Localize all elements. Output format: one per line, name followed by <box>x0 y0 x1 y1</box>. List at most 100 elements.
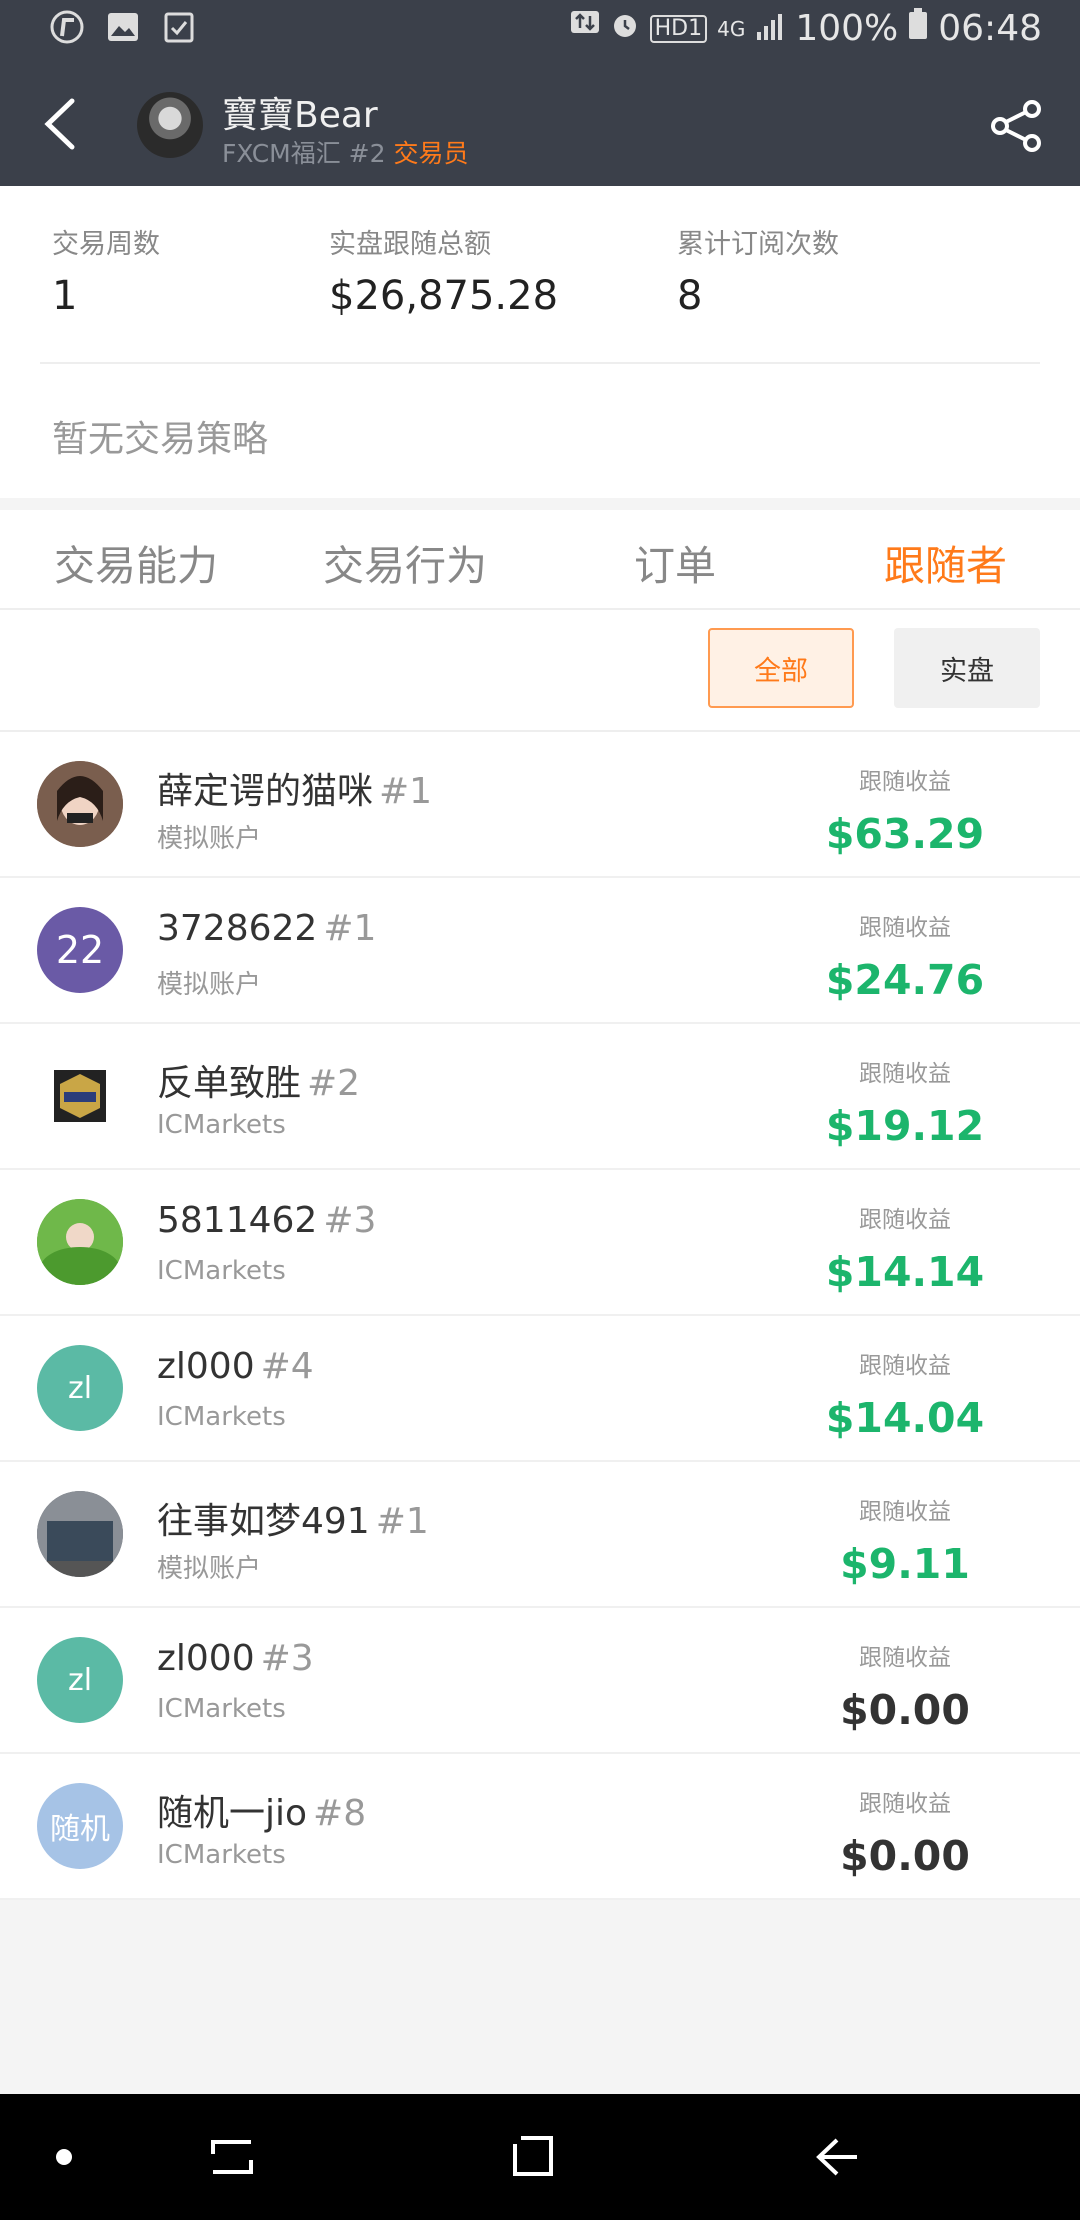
task-icon <box>162 10 196 44</box>
follower-rank: #1 <box>323 908 377 949</box>
follower-rank: #2 <box>307 1063 361 1104</box>
home-dot-icon[interactable] <box>24 2120 104 2194</box>
image-icon <box>106 10 140 44</box>
follower-name: 5811462 <box>157 1200 318 1241</box>
follower-name-line: zl000 #3 <box>157 1638 314 1679</box>
top-bar: HD1 4G 100% 06:48 寶寶Bear FXCM福汇 #2 交易员 <box>0 0 1080 186</box>
follower-rank: #3 <box>323 1200 377 1241</box>
follower-avatar[interactable] <box>37 761 123 847</box>
stat-value: $26,875.28 <box>329 273 559 319</box>
follower-name-line: 3728622 #1 <box>157 908 376 949</box>
follower-name-line: 往事如梦491 #1 <box>157 1492 429 1544</box>
earnings-value: $19.12 <box>825 1102 985 1150</box>
nav-back-icon[interactable] <box>798 2120 878 2194</box>
stat-label: 交易周数 <box>52 229 160 260</box>
follower-account: 模拟账户 <box>157 970 262 1000</box>
app-bar: 寶寶Bear FXCM福汇 #2 交易员 <box>0 62 1080 186</box>
follower-name: zl000 <box>157 1638 255 1679</box>
earnings-value: $14.14 <box>825 1248 985 1296</box>
back-arrow-icon[interactable] <box>28 92 92 156</box>
follower-name-line: 薛定谔的猫咪 #1 <box>157 762 432 814</box>
trader-role: 交易员 <box>393 139 469 168</box>
stat-weeks: 交易周数 1 <box>52 222 160 319</box>
tab-trading-ability[interactable]: 交易能力 <box>54 532 218 592</box>
overview-icon[interactable] <box>494 2120 574 2194</box>
earnings-value: $9.11 <box>840 1540 970 1588</box>
stats-card: 交易周数 1 实盘跟随总额 $26,875.28 累计订阅次数 8 暂无交易策略 <box>0 186 1080 498</box>
follower-name: zl000 <box>157 1346 255 1387</box>
follower-account: 模拟账户 <box>157 824 262 854</box>
earnings-value: $0.00 <box>840 1832 970 1880</box>
tab-trading-behavior[interactable]: 交易行为 <box>323 532 487 592</box>
follower-avatar[interactable]: zl <box>37 1637 123 1723</box>
app-notification-icon <box>50 10 84 44</box>
battery-icon <box>908 8 928 49</box>
follower-account: ICMarkets <box>157 1840 286 1870</box>
stat-subscriptions: 累计订阅次数 8 <box>677 222 839 319</box>
follower-avatar[interactable]: 随机 <box>37 1783 123 1869</box>
network-type: 4G <box>717 16 746 41</box>
earnings-label: 跟随收益 <box>859 769 951 795</box>
follower-avatar[interactable]: zl <box>37 1345 123 1431</box>
earnings-label: 跟随收益 <box>859 915 951 941</box>
earnings-value: $0.00 <box>840 1686 970 1734</box>
signal-icon <box>755 8 785 49</box>
earnings-value: $14.04 <box>825 1394 985 1442</box>
follower-account: ICMarkets <box>157 1402 286 1432</box>
data-transfer-icon <box>570 8 600 49</box>
follower-name: 薛定谔的猫咪 <box>157 771 374 812</box>
follower-name: 反单致胜 <box>157 1063 302 1104</box>
follower-name: 随机一jio <box>157 1793 308 1834</box>
follower-row[interactable]: 往事如梦491 #1 模拟账户 跟随收益 $9.11 <box>0 1462 1080 1608</box>
recent-apps-icon[interactable] <box>192 2120 272 2194</box>
follower-rank: #3 <box>260 1638 314 1679</box>
follower-row[interactable]: 薛定谔的猫咪 #1 模拟账户 跟随收益 $63.29 <box>0 732 1080 878</box>
follower-rank: #8 <box>313 1793 367 1834</box>
earnings-value: $24.76 <box>825 956 985 1004</box>
follower-name-line: zl000 #4 <box>157 1346 314 1387</box>
follower-row[interactable]: 5811462 #3 ICMarkets 跟随收益 $14.14 <box>0 1170 1080 1316</box>
follower-name-line: 随机一jio #8 <box>157 1784 366 1836</box>
follower-avatar[interactable]: 22 <box>37 907 123 993</box>
stat-value: 1 <box>52 273 78 319</box>
battery-percent: 100% <box>795 8 899 49</box>
status-bar: HD1 4G 100% 06:48 <box>0 0 1080 62</box>
follower-rank: #1 <box>379 771 433 812</box>
avatar-initials: 22 <box>55 928 105 972</box>
filter-all-button[interactable]: 全部 <box>708 628 854 708</box>
system-nav-bar <box>0 2094 1080 2220</box>
stat-label: 实盘跟随总额 <box>329 229 491 260</box>
follower-account: ICMarkets <box>157 1110 286 1140</box>
follower-row[interactable]: 反单致胜 #2 ICMarkets 跟随收益 $19.12 <box>0 1024 1080 1170</box>
follower-avatar[interactable] <box>37 1053 123 1139</box>
follower-avatar[interactable] <box>37 1491 123 1577</box>
trader-subtitle: FXCM福汇 #2 交易员 <box>222 134 468 170</box>
earnings-label: 跟随收益 <box>859 1499 951 1525</box>
clock: 06:48 <box>938 8 1042 49</box>
earnings-label: 跟随收益 <box>859 1353 951 1379</box>
follower-row[interactable]: 随机 随机一jio #8 ICMarkets 跟随收益 $0.00 <box>0 1754 1080 1900</box>
filter-real-button[interactable]: 实盘 <box>894 628 1040 708</box>
trader-avatar[interactable] <box>137 92 203 158</box>
follower-avatar[interactable] <box>37 1199 123 1285</box>
follower-row[interactable]: zl zl000 #4 ICMarkets 跟随收益 $14.04 <box>0 1316 1080 1462</box>
earnings-label: 跟随收益 <box>859 1061 951 1087</box>
follower-rank: #1 <box>375 1501 429 1542</box>
earnings-value: $63.29 <box>825 810 985 858</box>
share-icon[interactable] <box>988 98 1044 154</box>
hd-badge: HD1 <box>649 14 708 43</box>
earnings-label: 跟随收益 <box>859 1207 951 1233</box>
follower-row[interactable]: zl zl000 #3 ICMarkets 跟随收益 $0.00 <box>0 1608 1080 1754</box>
avatar-initials: zl <box>67 1662 93 1698</box>
follower-rank: #4 <box>260 1346 314 1387</box>
tab-followers[interactable]: 跟随者 <box>884 532 1007 592</box>
stat-label: 累计订阅次数 <box>677 229 839 260</box>
alarm-icon <box>610 8 640 49</box>
stat-follow-total: 实盘跟随总额 $26,875.28 <box>329 222 558 319</box>
follower-row[interactable]: 22 3728622 #1 模拟账户 跟随收益 $24.76 <box>0 878 1080 1024</box>
tab-orders[interactable]: 订单 <box>634 532 716 592</box>
filter-row: 全部 实盘 <box>0 610 1080 732</box>
avatar-initials: zl <box>67 1370 93 1406</box>
follower-name-line: 5811462 #3 <box>157 1200 376 1241</box>
no-strategy-text: 暂无交易策略 <box>52 419 269 460</box>
